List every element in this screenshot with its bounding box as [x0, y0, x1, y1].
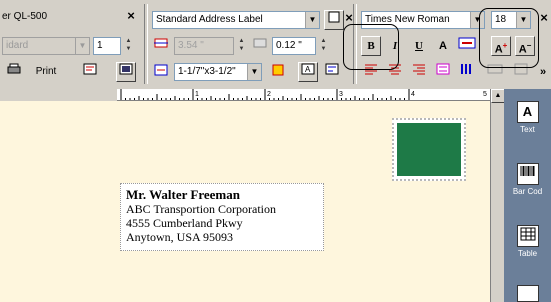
address-city: Anytown, USA 95093: [126, 230, 234, 244]
address-name: Mr. Walter Freeman: [126, 187, 240, 202]
layout-toolbar: Standard Address Label ▼ × 3.54 " ▲ ▼ 0.1…: [147, 4, 354, 84]
object-palette: A Text Bar Cod Table: [504, 89, 551, 302]
margin-stepper[interactable]: ▲ ▼: [318, 37, 329, 55]
size-icon: [151, 62, 171, 82]
media-combo-value: idard: [6, 40, 29, 51]
width-stepper[interactable]: ▲ ▼: [236, 37, 247, 55]
underline-button[interactable]: U: [409, 36, 429, 56]
frame-icon[interactable]: A: [298, 62, 318, 82]
rotate-icon[interactable]: [268, 62, 288, 82]
size-highlight-marker: [479, 8, 539, 68]
text-close-icon[interactable]: ×: [537, 11, 551, 25]
palette-item-table[interactable]: Table: [504, 225, 551, 258]
text-tool-icon: A: [516, 101, 539, 123]
image-tool-icon: [516, 285, 539, 302]
stamp-fill: [397, 123, 461, 176]
label-type-combo[interactable]: Standard Address Label ▼: [152, 11, 320, 29]
justify-icon[interactable]: [433, 62, 453, 82]
bold-highlight-marker: [343, 24, 399, 70]
chevron-down-icon[interactable]: ▼: [305, 12, 319, 28]
outline-button[interactable]: A: [433, 36, 453, 56]
layout-close-icon[interactable]: ×: [342, 11, 356, 25]
width-field[interactable]: 3.54 ": [174, 37, 234, 55]
chevron-down-icon[interactable]: ▼: [75, 38, 89, 54]
palette-item-more[interactable]: [504, 285, 551, 302]
ruler-number: 2: [267, 91, 271, 98]
media-combo[interactable]: idard ▼: [2, 37, 90, 55]
table-tool-icon: [516, 225, 539, 247]
chevron-down-icon[interactable]: ▼: [247, 64, 261, 80]
palette-text-label: Text: [520, 125, 535, 134]
address-text-box[interactable]: Mr. Walter Freeman ABC Transportion Corp…: [120, 183, 324, 251]
vertical-text-icon[interactable]: [457, 62, 477, 82]
preview-icon[interactable]: [80, 62, 100, 82]
palette-barcode-label: Bar Cod: [512, 187, 543, 196]
ruler-gutter: [0, 89, 117, 101]
setup-icon[interactable]: [116, 62, 136, 82]
ruler-number: 1: [195, 91, 199, 98]
horizontal-ruler: 1 2 3 4 5: [117, 89, 490, 101]
align-label-icon[interactable]: [322, 62, 342, 82]
svg-text:A: A: [305, 65, 311, 74]
address-street: 4555 Cumberland Pkwy: [126, 216, 243, 230]
margin-icon: [250, 35, 270, 55]
print-icon[interactable]: [4, 62, 24, 82]
printer-title: er QL-500: [2, 11, 48, 22]
printer-toolbar: er QL-500 × idard ▼ 1 ▲ ▼ Print: [0, 4, 145, 84]
width-icon: [151, 35, 171, 55]
address-company: ABC Transportion Corporation: [126, 202, 277, 216]
size-combo-value: 1-1/7"x3-1/2": [178, 66, 236, 77]
margin-field[interactable]: 0.12 ": [272, 37, 316, 55]
palette-table-label: Table: [517, 249, 538, 258]
scroll-up-icon[interactable]: ▲: [491, 89, 505, 103]
vertical-scrollbar[interactable]: ▲: [490, 89, 505, 302]
copies-field[interactable]: 1: [93, 37, 121, 55]
copies-stepper[interactable]: ▲ ▼: [123, 37, 134, 55]
ruler-number: 3: [339, 91, 343, 98]
text-style-icon[interactable]: [457, 36, 477, 56]
palette-item-text[interactable]: A Text: [504, 101, 551, 134]
ruler-ticks: 1 2 3 4 5: [120, 89, 487, 100]
barcode-tool-icon: [516, 163, 539, 185]
align-right-icon[interactable]: [409, 62, 429, 82]
label-options-icon[interactable]: [324, 10, 344, 30]
toolbar: er QL-500 × idard ▼ 1 ▲ ▼ Print Standard …: [0, 0, 551, 88]
ruler-number: 5: [483, 91, 487, 98]
size-combo[interactable]: 1-1/7"x3-1/2" ▼: [174, 63, 262, 81]
ruler-number: 4: [411, 91, 415, 98]
label-type-value: Standard Address Label: [156, 14, 263, 25]
postage-stamp-image[interactable]: [392, 118, 466, 181]
printer-close-icon[interactable]: ×: [124, 9, 138, 23]
print-button[interactable]: Print: [28, 62, 64, 82]
palette-item-barcode[interactable]: Bar Cod: [504, 163, 551, 196]
